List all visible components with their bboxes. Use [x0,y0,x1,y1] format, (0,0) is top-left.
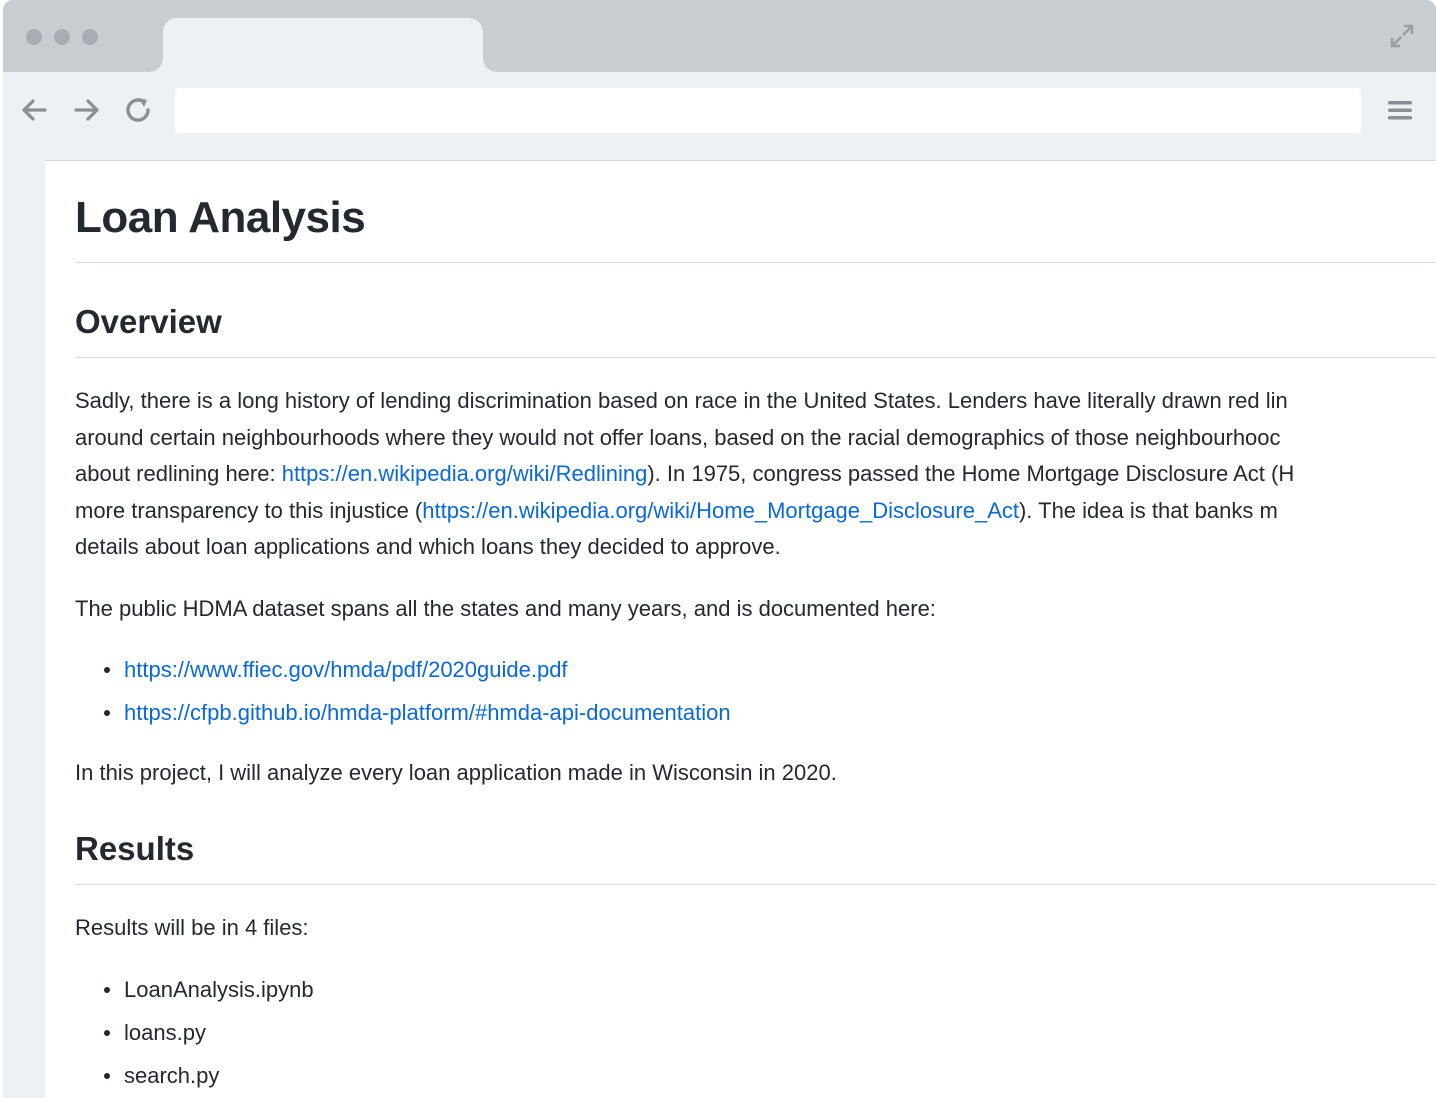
overview-paragraph: Sadly, there is a long history of lendin… [75,383,1294,566]
list-item: LoanAnalysis.ipynb [75,968,314,1011]
browser-tab[interactable] [163,18,483,72]
list-item: https://cfpb.github.io/hmda-platform/#hm… [75,691,731,734]
fullscreen-icon[interactable] [1388,22,1416,50]
overview-divider [75,357,1436,358]
browser-window: Loan Analysis Overview Sadly, there is a… [3,0,1436,1098]
overview-line-3-text: about redlining here: [75,461,282,486]
address-bar[interactable] [175,88,1361,133]
window-zoom-dot[interactable] [82,29,98,45]
overview-line-2: around certain neighbourhoods where they… [75,424,1281,450]
project-paragraph: In this project, I will analyze every lo… [75,760,837,785]
hmda-wiki-link[interactable]: https://en.wikipedia.org/wiki/Home_Mortg… [422,498,1019,523]
list-item: search.py [75,1054,314,1097]
overview-line-1: Sadly, there is a long history of lendin… [75,388,1288,413]
list-item: loans.py [75,1011,314,1054]
results-divider [75,884,1436,885]
results-files-list: LoanAnalysis.ipynb loans.py search.py [75,968,314,1097]
overview-heading: Overview [75,303,222,340]
results-intro: Results will be in 4 files: [75,915,309,940]
overview-line-3-rest: ). In 1975, congress passed the Home Mor… [647,461,1295,486]
page-content-area: Loan Analysis Overview Sadly, there is a… [45,160,1436,1098]
overview-line-5: details about loan applications and whic… [75,534,781,559]
documentation-links-list: https://www.ffiec.gov/hmda/pdf/2020guide… [75,648,731,734]
back-arrow-icon[interactable] [16,92,52,128]
window-side-strip [3,160,45,1098]
tab-bar [3,0,1436,72]
title-divider [75,262,1436,263]
hmda-api-docs-link[interactable]: https://cfpb.github.io/hmda-platform/#hm… [124,700,731,725]
list-item: https://www.ffiec.gov/hmda/pdf/2020guide… [75,648,731,691]
reload-icon[interactable] [120,92,156,128]
ffiec-guide-link[interactable]: https://www.ffiec.gov/hmda/pdf/2020guide… [124,657,568,682]
page-title: Loan Analysis [75,193,366,242]
window-minimize-dot[interactable] [54,29,70,45]
overview-line-4-text: more transparency to this injustice ( [75,497,423,523]
hamburger-menu-icon[interactable] [1384,94,1416,126]
window-close-dot[interactable] [26,29,42,45]
redlining-link[interactable]: https://en.wikipedia.org/wiki/Redlining [282,461,648,486]
browser-toolbar [3,72,1436,160]
overview-line-4-rest: ). The idea is that banks m [1018,497,1278,523]
dataset-paragraph: The public HDMA dataset spans all the st… [75,596,936,621]
forward-arrow-icon[interactable] [69,92,105,128]
results-heading: Results [75,830,195,867]
